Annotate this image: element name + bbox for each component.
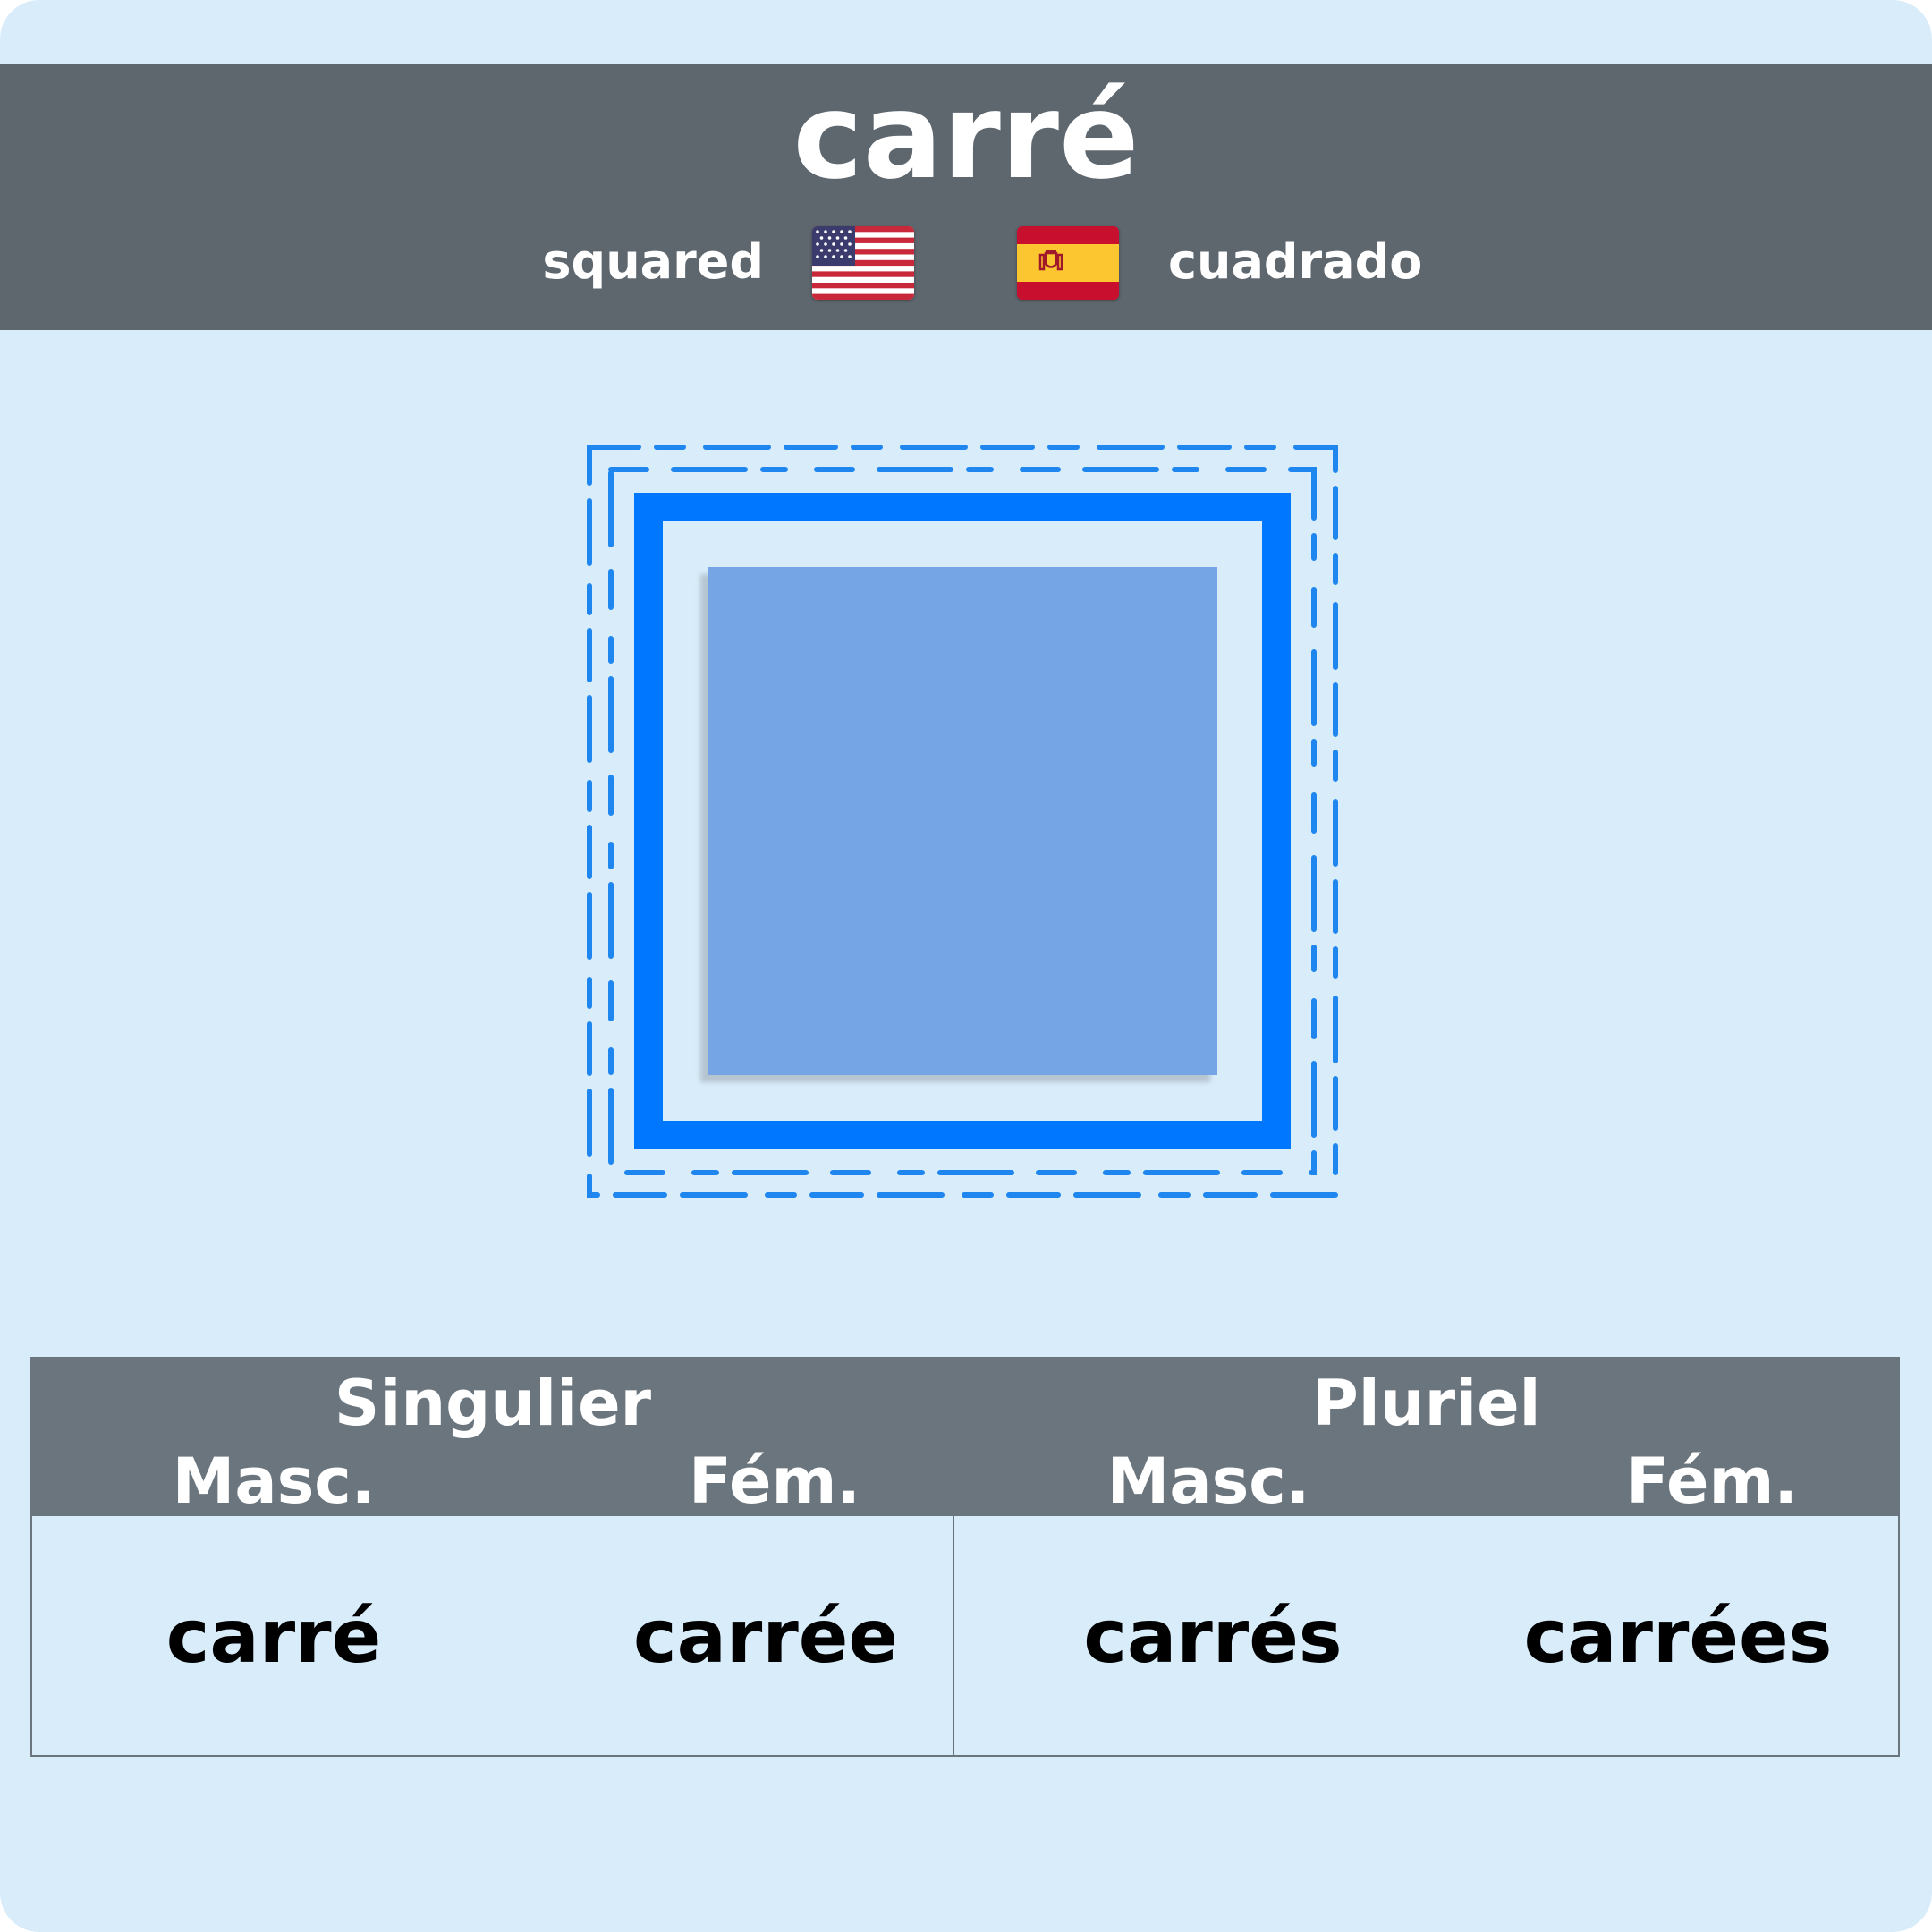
cell-singular-masc: carré [165, 1595, 382, 1680]
header-plural-fem: Fém. [1626, 1445, 1798, 1518]
cell-plural-masc: carrés [1083, 1595, 1343, 1680]
flashcard: carré squared cuadrado Singulier Pluriel… [0, 0, 1932, 1932]
filled-square [708, 567, 1217, 1075]
inflection-table: Singulier Pluriel Masc. Fém. Masc. Fém. … [30, 1357, 1900, 1757]
header-singular-fem: Fém. [689, 1445, 860, 1518]
cell-singular-fem: carrée [632, 1595, 899, 1680]
header-singular: Singulier [334, 1367, 652, 1440]
cell-plural-fem: carrées [1523, 1595, 1833, 1680]
header-plural-masc: Masc. [1106, 1445, 1310, 1518]
header-plural: Pluriel [1312, 1367, 1541, 1440]
header-singular-masc: Masc. [172, 1445, 376, 1518]
